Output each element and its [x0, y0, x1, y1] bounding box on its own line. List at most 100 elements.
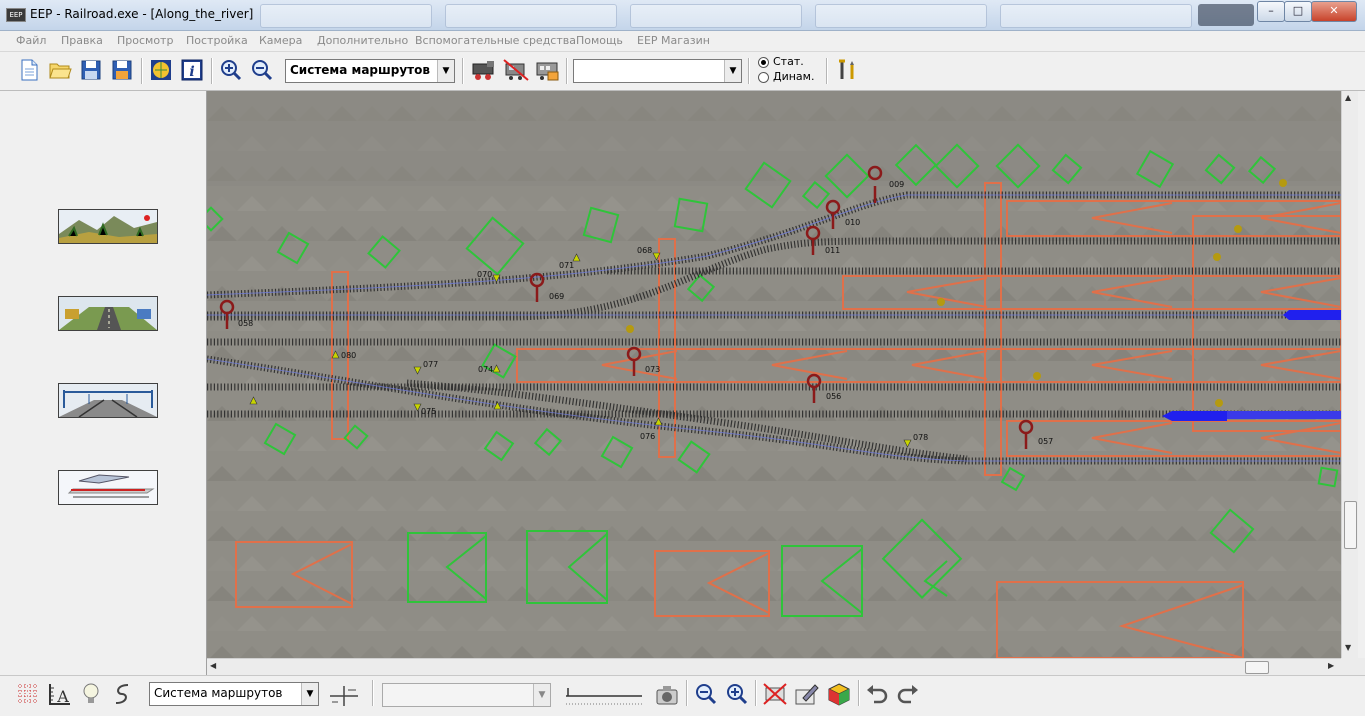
- switch-label: 075: [421, 407, 436, 416]
- menu-extras[interactable]: Дополнительно: [317, 34, 408, 47]
- main-toolbar: i Система маршрутов ▼ ▼ Стат. Динам.: [0, 52, 1365, 91]
- train[interactable]: [1172, 411, 1227, 421]
- svg-text:i: i: [189, 64, 194, 80]
- horizontal-scrollbar[interactable]: ◀ ▶: [207, 658, 1341, 676]
- scroll-corner: [1341, 658, 1365, 675]
- layer-panel: [0, 91, 207, 675]
- save-as-icon[interactable]: [110, 58, 134, 82]
- marker-dot: [1033, 372, 1041, 380]
- layout-map[interactable]: 009 010 011 069 058 073 056 057 070 071 …: [207, 91, 1341, 658]
- train[interactable]: [1227, 411, 1341, 419]
- menu-view[interactable]: Просмотр: [117, 34, 173, 47]
- switch-label: 077: [423, 360, 438, 369]
- menu-shop[interactable]: EEP Магазин: [637, 34, 710, 47]
- background-tab: [630, 4, 802, 28]
- toolbar-separator: [211, 58, 213, 84]
- bottom-mode-select[interactable]: Система маршрутов ▼: [149, 682, 319, 706]
- switch-label: 074: [478, 365, 493, 374]
- window-edge: [1358, 91, 1365, 658]
- horizontal-scroll-thumb[interactable]: [1245, 661, 1269, 674]
- open-icon[interactable]: [48, 58, 72, 82]
- vertical-scroll-thumb[interactable]: [1344, 501, 1357, 549]
- train[interactable]: [1289, 310, 1341, 320]
- camera-icon[interactable]: [654, 682, 680, 708]
- chevron-down-icon[interactable]: ▼: [724, 60, 741, 82]
- track-switch-icon[interactable]: [328, 682, 360, 708]
- maximize-button[interactable]: □: [1284, 1, 1312, 22]
- tracks-thumbnail[interactable]: [58, 383, 158, 418]
- marker-dot: [626, 325, 634, 333]
- undo-icon[interactable]: [865, 682, 889, 706]
- toolbar-separator: [826, 58, 828, 84]
- scroll-down-icon[interactable]: ▼: [1345, 643, 1351, 652]
- curve-icon[interactable]: [110, 682, 134, 706]
- mode-select[interactable]: Система маршрутов ▼: [285, 59, 455, 83]
- zoom-out-icon[interactable]: [250, 58, 274, 82]
- title-bar: EEP EEP - Railroad.exe - [Along_the_rive…: [0, 0, 1365, 31]
- scroll-left-icon[interactable]: ◀: [210, 661, 216, 670]
- edit-icon[interactable]: [793, 682, 819, 706]
- menu-help[interactable]: Помощь: [576, 34, 623, 47]
- toolbar-separator: [755, 680, 757, 706]
- close-button[interactable]: ✕: [1311, 1, 1357, 22]
- grid-icon[interactable]: [16, 682, 40, 706]
- globe-icon[interactable]: [149, 58, 173, 82]
- slider-icon[interactable]: [564, 680, 644, 710]
- zoom-in-icon[interactable]: [725, 682, 749, 706]
- dynamic-radio[interactable]: [758, 72, 769, 83]
- wagon-icon[interactable]: [534, 58, 562, 82]
- info-icon[interactable]: i: [180, 58, 204, 82]
- app-icon: EEP: [6, 8, 26, 22]
- menu-file[interactable]: Файл: [16, 34, 46, 47]
- bottom-object-select[interactable]: ▼: [382, 683, 551, 707]
- bottom-mode-select-value: Система маршрутов: [154, 686, 283, 700]
- new-icon[interactable]: [17, 58, 41, 82]
- menu-tools[interactable]: Вспомогательные средства: [415, 34, 576, 47]
- vertical-scrollbar[interactable]: ▲ ▼: [1341, 91, 1359, 658]
- menu-edit[interactable]: Правка: [61, 34, 103, 47]
- scroll-up-icon[interactable]: ▲: [1345, 93, 1351, 102]
- chevron-down-icon[interactable]: ▼: [301, 683, 318, 705]
- toolbar-separator: [748, 58, 750, 84]
- railcar-icon[interactable]: [502, 58, 530, 82]
- toolbar-separator: [141, 58, 143, 84]
- toolbar-separator: [372, 680, 374, 706]
- save-icon[interactable]: [79, 58, 103, 82]
- marker-dot: [1213, 253, 1221, 261]
- window-title: EEP - Railroad.exe - [Along_the_river]: [30, 7, 254, 21]
- marker-dot: [1279, 179, 1287, 187]
- tools-icon[interactable]: [836, 58, 860, 82]
- marker-dot: [1234, 225, 1242, 233]
- menu-bar: Файл Правка Просмотр Постройка Камера До…: [0, 31, 1365, 52]
- toolbar-separator: [858, 680, 860, 706]
- marker-dot: [1215, 399, 1223, 407]
- bulb-icon[interactable]: [80, 682, 102, 706]
- switch-label: 070: [477, 270, 492, 279]
- signal-label: 011: [825, 246, 840, 255]
- signal-label: 058: [238, 319, 253, 328]
- zoom-out-icon[interactable]: [694, 682, 718, 706]
- train-thumbnail[interactable]: [58, 470, 158, 505]
- switch-label: 071: [559, 261, 574, 270]
- scroll-right-icon[interactable]: ▶: [1328, 661, 1334, 670]
- minimize-button[interactable]: –: [1257, 1, 1285, 22]
- chevron-down-icon[interactable]: ▼: [437, 60, 454, 82]
- signal-label: 010: [845, 218, 860, 227]
- svg-text:A: A: [56, 687, 69, 706]
- redo-icon[interactable]: [896, 682, 920, 706]
- chevron-down-icon[interactable]: ▼: [533, 684, 550, 706]
- delete-icon[interactable]: [762, 682, 788, 706]
- object-select[interactable]: ▼: [573, 59, 742, 83]
- locomotive-icon[interactable]: [470, 58, 498, 82]
- landscape-thumbnail[interactable]: [58, 209, 158, 244]
- cube-icon[interactable]: [826, 682, 852, 706]
- road-thumbnail[interactable]: [58, 296, 158, 331]
- ruler-icon[interactable]: A: [46, 682, 74, 706]
- toolbar-separator: [566, 58, 568, 84]
- menu-build[interactable]: Постройка: [186, 34, 248, 47]
- background-tab: [815, 4, 987, 28]
- static-radio-label: Стат.: [773, 55, 804, 68]
- static-radio[interactable]: [758, 57, 769, 68]
- menu-camera[interactable]: Камера: [259, 34, 302, 47]
- zoom-in-icon[interactable]: [219, 58, 243, 82]
